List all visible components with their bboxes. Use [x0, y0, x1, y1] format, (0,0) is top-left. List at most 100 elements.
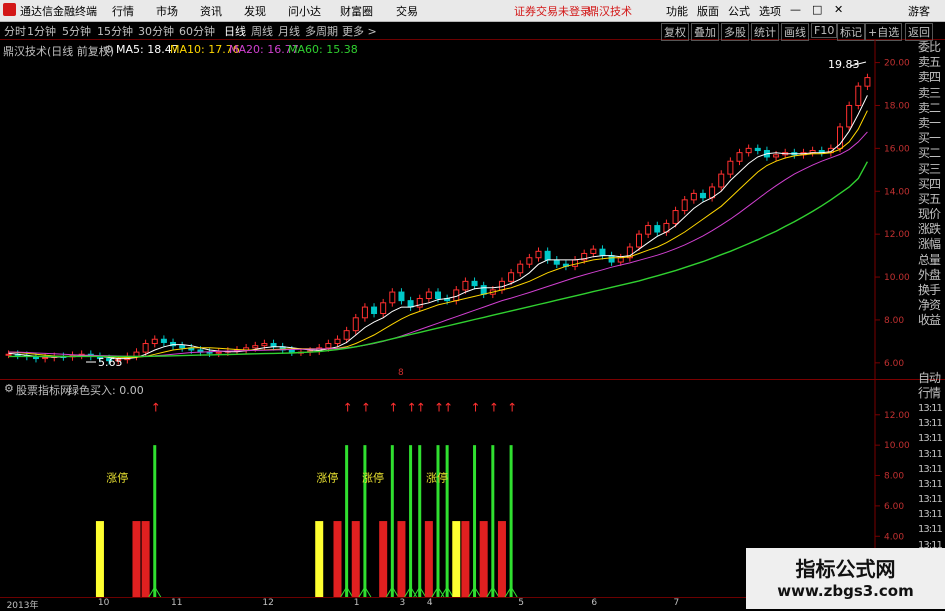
ma60-label: MA60: 15.38 [288, 43, 358, 56]
green-buy-bar [390, 445, 394, 597]
maximize-icon[interactable]: □ [812, 3, 822, 16]
limit-up-label: 涨停 [426, 471, 448, 485]
quote-label: 买五 [918, 191, 941, 206]
indicator-tick-label: 12.00 [884, 411, 910, 421]
draw-button[interactable]: 画线 [781, 23, 809, 41]
date-axis-label: 12 [262, 598, 274, 608]
candle-body [718, 173, 725, 188]
candle-body [462, 280, 469, 291]
menu-hangqing[interactable]: 行情 [112, 3, 134, 19]
close-icon[interactable]: ✕ [834, 3, 843, 16]
candle-body [864, 77, 871, 87]
quote-label: 现价 [918, 207, 941, 222]
menu-shichang[interactable]: 市场 [156, 3, 178, 19]
stats-button[interactable]: 统计 [751, 23, 779, 41]
date-axis-label: 7 [673, 598, 680, 608]
candle-body [343, 330, 350, 340]
menu-wenxiaoda[interactable]: 问小达 [288, 3, 321, 19]
mark-button[interactable]: 标记 [837, 23, 865, 41]
multistock-button[interactable]: 多股 [721, 23, 749, 41]
green-buy-bar [153, 445, 157, 597]
price-tick-label: 20.00 [884, 59, 910, 69]
candle-body [608, 255, 615, 263]
quote-label: 涨跌 [918, 222, 941, 237]
quote-label: 卖二 [918, 100, 941, 115]
indicator-gear-icon[interactable]: ⚙ [4, 382, 14, 395]
candle-body [380, 302, 387, 315]
price-tick-label: 6.00 [884, 359, 904, 369]
period-monthly[interactable]: 月线 [278, 23, 300, 39]
candle-body [480, 285, 487, 295]
period-daily[interactable]: 日线 [224, 23, 246, 39]
candle-body [654, 225, 661, 233]
candle-body [352, 317, 359, 332]
candle-body [160, 338, 167, 343]
quote-label: 买三 [918, 161, 941, 176]
green-buy-bar [445, 445, 449, 597]
price-chart-panel[interactable]: 6.00 8.00 10.00 12.00 14.00 16.00 18.00 20.00 鼎… [0, 40, 945, 380]
period-15min[interactable]: 15分钟 [97, 23, 133, 39]
menu-zixun[interactable]: 资讯 [200, 3, 222, 19]
candle-body [288, 349, 295, 353]
candle-body [215, 351, 222, 354]
limit-up-label: 涨停 [316, 471, 338, 485]
menu-gongshi[interactable]: 公式 [728, 3, 750, 19]
quote-label: 涨幅 [918, 237, 941, 252]
f10-button[interactable]: F10 [811, 23, 838, 38]
candle-body [261, 343, 268, 347]
tick-time-label: 13:11 [918, 448, 943, 460]
red-signal-bar [333, 521, 342, 597]
candle-body [435, 291, 441, 300]
candle-body [599, 248, 606, 257]
candle-body [425, 291, 432, 300]
ma60-line [8, 161, 869, 358]
date-axis-label: 6 [591, 598, 598, 608]
candle-body [270, 343, 277, 348]
menu-banmian[interactable]: 版面 [697, 3, 719, 19]
quote-label: 卖一 [918, 115, 941, 130]
tick-time-label: 13:11 [918, 509, 943, 521]
menu-jiaoyi[interactable]: 交易 [396, 3, 418, 19]
tick-time-label: 13:11 [918, 524, 943, 536]
red-signal-bar [141, 521, 150, 597]
period-1min[interactable]: 1分钟 [27, 23, 56, 39]
period-60min[interactable]: 60分钟 [179, 23, 215, 39]
period-5min[interactable]: 5分钟 [62, 23, 91, 39]
minimize-icon[interactable]: — [790, 3, 801, 16]
watermark-url: www.zbgs3.com [777, 582, 914, 600]
tick-time-label: 行情 [918, 385, 941, 400]
overlay-button[interactable]: 叠加 [691, 23, 719, 41]
date-axis-label: 3 [399, 598, 406, 608]
period-30min[interactable]: 30分钟 [138, 23, 174, 39]
menu-gongneng[interactable]: 功能 [666, 3, 688, 19]
period-more[interactable]: 更多 > [342, 23, 377, 39]
period-fenshi[interactable]: 分时 [4, 23, 26, 39]
date-axis-label: 1 [353, 598, 360, 608]
watermark-badge: 指标公式网 www.zbgs3.com [746, 548, 945, 609]
fuquan-button[interactable]: 复权 [661, 23, 689, 41]
menu-xuanxiang[interactable]: 选项 [759, 3, 781, 19]
candle-body [471, 280, 478, 287]
candle-body [179, 345, 186, 349]
back-button[interactable]: 返回 [905, 23, 933, 41]
period-multi[interactable]: 多周期 [305, 23, 338, 39]
price-tick-label: 12.00 [884, 230, 910, 240]
add-watchlist-button[interactable]: +自选 [865, 23, 903, 41]
menu-caifuquan[interactable]: 财富圈 [340, 3, 373, 19]
login-status[interactable]: 证券交易未登录 [514, 3, 591, 19]
candle-body [361, 306, 368, 319]
buy-arrow-icon: ↑ [151, 401, 161, 415]
red-signal-bar [132, 521, 141, 597]
guest-button[interactable]: 游客 [908, 3, 930, 19]
quote-label: 总量 [918, 252, 941, 267]
candle-body [590, 248, 597, 254]
candle-body [645, 225, 652, 235]
quote-label: 委比 [918, 40, 941, 54]
green-buy-bar [436, 445, 440, 597]
menu-faxian[interactable]: 发现 [244, 3, 266, 19]
settings-gear-icon[interactable]: ⚙ [104, 43, 114, 56]
period-weekly[interactable]: 周线 [251, 23, 273, 39]
tick-time-label: 13:11 [918, 402, 943, 414]
watermark-title: 指标公式网 [795, 557, 896, 581]
candle-body [517, 263, 524, 274]
